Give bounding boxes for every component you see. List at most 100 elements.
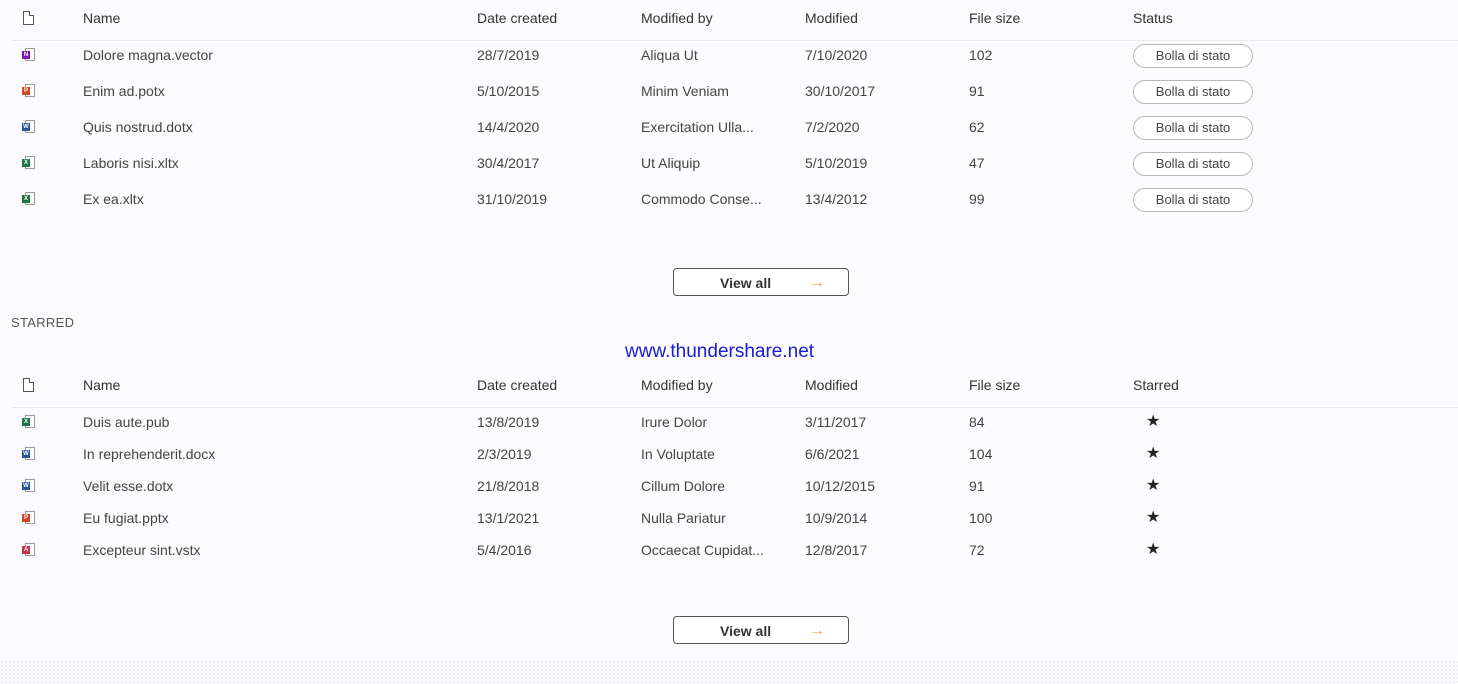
table-row[interactable]: X Laboris nisi.xltx 30/4/2017 Ut Aliquip 5/1…	[0, 148, 1458, 178]
view-all-recent-button[interactable]: View all →	[673, 268, 849, 296]
file-size-cell: 104	[969, 446, 993, 462]
file-type-badge: X	[22, 195, 30, 203]
modified-cell: 7/10/2020	[805, 47, 868, 63]
star-icon[interactable]: ★	[1146, 503, 1160, 533]
bottom-decorative-strip	[0, 660, 1458, 684]
column-header-file-size[interactable]: File size	[969, 367, 1020, 403]
file-size-cell: 62	[969, 119, 985, 135]
modified-by-cell: Occaecat Cupidat...	[641, 542, 764, 558]
file-type-badge: N	[22, 51, 30, 59]
star-icon[interactable]: ★	[1146, 439, 1160, 469]
file-type-badge: W	[22, 482, 30, 490]
column-header-date-created[interactable]: Date created	[477, 367, 557, 403]
file-size-cell: 102	[969, 47, 993, 63]
file-name-link[interactable]: Dolore magna.vector	[83, 40, 213, 70]
file-type-header-icon[interactable]	[23, 378, 34, 392]
date-created-cell: 28/7/2019	[477, 47, 540, 63]
modified-by-cell: Aliqua Ut	[641, 47, 698, 63]
column-header-modified-by[interactable]: Modified by	[641, 0, 766, 36]
file-name-link[interactable]: Excepteur sint.vstx	[83, 535, 201, 565]
column-header-modified[interactable]: Modified	[805, 367, 858, 403]
table-row[interactable]: W Quis nostrud.dotx 14/4/2020 Exercitation …	[0, 112, 1458, 142]
file-type-badge: X	[22, 159, 30, 167]
file-size-cell: 100	[969, 510, 993, 526]
excel-icon: X	[22, 415, 36, 429]
file-size-cell: 91	[969, 478, 985, 494]
excel-icon: X	[22, 156, 36, 170]
modified-cell: 10/9/2014	[805, 510, 868, 526]
table-row[interactable]: X Ex ea.xltx 31/10/2019 Commodo Conse... 13/…	[0, 184, 1458, 214]
modified-by-cell: Ut Aliquip	[641, 155, 701, 171]
column-header-file-size[interactable]: File size	[969, 0, 1020, 36]
file-name-link[interactable]: Velit esse.dotx	[83, 471, 173, 501]
modified-cell: 10/12/2015	[805, 478, 876, 494]
modified-cell: 12/8/2017	[805, 542, 868, 558]
view-all-label: View all	[720, 275, 772, 291]
file-size-cell: 91	[969, 83, 985, 99]
table-row[interactable]: N Dolore magna.vector 28/7/2019 Aliqua Ut 7/…	[0, 40, 1458, 70]
file-name-link[interactable]: Enim ad.potx	[83, 76, 165, 106]
view-all-starred-button[interactable]: View all →	[673, 616, 849, 644]
file-name-link[interactable]: Quis nostrud.dotx	[83, 112, 193, 142]
status-badge[interactable]: Bolla di stato	[1133, 44, 1253, 68]
status-badge[interactable]: Bolla di stato	[1133, 116, 1253, 140]
file-size-cell: 84	[969, 414, 985, 430]
star-icon[interactable]: ★	[1146, 471, 1160, 501]
modified-by-cell: Cillum Dolore	[641, 478, 726, 494]
file-name-link[interactable]: Ex ea.xltx	[83, 184, 144, 214]
file-name-link[interactable]: Duis aute.pub	[83, 407, 169, 437]
watermark-text: www.thundershare.net	[625, 341, 815, 362]
modified-cell: 5/10/2019	[805, 155, 868, 171]
table-row[interactable]: W In reprehenderit.docx 2/3/2019 In Volupta…	[0, 439, 1458, 469]
table-row[interactable]: P Enim ad.potx 5/10/2015 Minim Veniam 30/10/…	[0, 76, 1458, 106]
file-type-badge: P	[22, 514, 30, 522]
word-icon: W	[22, 120, 36, 134]
modified-by-cell: Minim Veniam	[641, 83, 729, 99]
date-created-cell: 30/4/2017	[477, 155, 540, 171]
modified-by-cell: Commodo Conse...	[641, 191, 762, 207]
table-row[interactable]: X Duis aute.pub 13/8/2019 Irure Dolor 3/11/2…	[0, 407, 1458, 437]
date-created-cell: 31/10/2019	[477, 191, 548, 207]
file-type-badge: W	[22, 123, 30, 131]
powerpoint-icon: P	[22, 511, 36, 525]
modified-by-cell: Exercitation Ulla...	[641, 119, 754, 135]
column-header-modified-by[interactable]: Modified by	[641, 367, 766, 403]
file-name-link[interactable]: Eu fugiat.pptx	[83, 503, 169, 533]
file-name-link[interactable]: In reprehenderit.docx	[83, 439, 215, 469]
file-type-badge: A	[22, 546, 30, 554]
onenote-icon: N	[22, 48, 36, 62]
status-badge[interactable]: Bolla di stato	[1133, 188, 1253, 212]
file-type-badge: W	[22, 450, 30, 458]
powerpoint-icon: P	[22, 84, 36, 98]
status-badge[interactable]: Bolla di stato	[1133, 152, 1253, 176]
modified-by-cell: In Voluptate	[641, 446, 715, 462]
word-icon: W	[22, 447, 36, 461]
view-all-label: View all	[720, 623, 772, 639]
file-type-header-icon[interactable]	[23, 11, 34, 25]
date-created-cell: 13/8/2019	[477, 414, 540, 430]
status-badge[interactable]: Bolla di stato	[1133, 80, 1253, 104]
file-size-cell: 72	[969, 542, 985, 558]
column-header-modified[interactable]: Modified	[805, 0, 858, 36]
date-created-cell: 21/8/2018	[477, 478, 540, 494]
column-header-status[interactable]: Status	[1133, 0, 1173, 36]
date-created-cell: 14/4/2020	[477, 119, 540, 135]
modified-cell: 30/10/2017	[805, 83, 876, 99]
file-size-cell: 47	[969, 155, 985, 171]
column-header-name[interactable]: Name	[83, 367, 120, 403]
column-header-name[interactable]: Name	[83, 0, 120, 36]
column-header-starred[interactable]: Starred	[1133, 367, 1179, 403]
modified-cell: 3/11/2017	[805, 414, 867, 430]
file-size-cell: 99	[969, 191, 985, 207]
star-icon[interactable]: ★	[1146, 535, 1160, 565]
table-row[interactable]: W Velit esse.dotx 21/8/2018 Cillum Dolore 10…	[0, 471, 1458, 501]
acrobat-icon: A	[22, 543, 36, 557]
file-name-link[interactable]: Laboris nisi.xltx	[83, 148, 179, 178]
table-row[interactable]: A Excepteur sint.vstx 5/4/2016 Occaecat Cup…	[0, 535, 1458, 565]
column-header-date-created[interactable]: Date created	[477, 0, 557, 36]
modified-cell: 13/4/2012	[805, 191, 868, 207]
table-row[interactable]: P Eu fugiat.pptx 13/1/2021 Nulla Pariatur 10…	[0, 503, 1458, 533]
excel-icon: X	[22, 192, 36, 206]
star-icon[interactable]: ★	[1146, 407, 1160, 437]
date-created-cell: 5/4/2016	[477, 542, 532, 558]
